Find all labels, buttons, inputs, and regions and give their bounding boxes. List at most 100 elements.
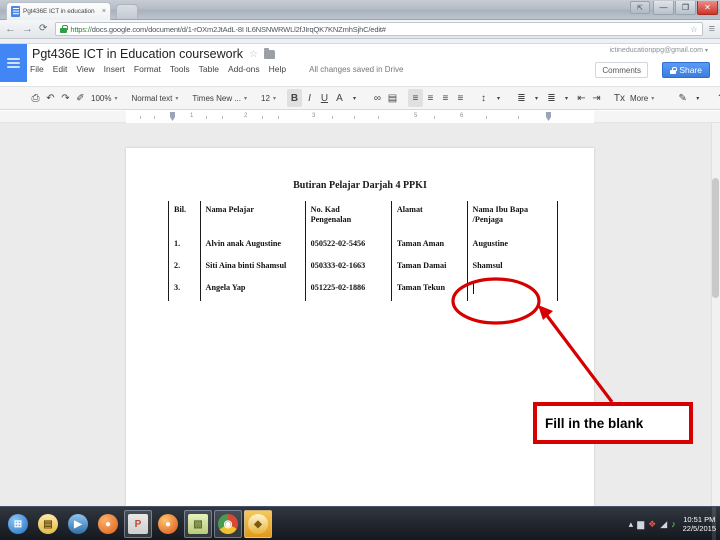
cell-nama[interactable]: Angela Yap [199,279,306,301]
document-ruler[interactable]: 1 2 3 5 6 [0,111,720,123]
cell-bil[interactable]: 1. [168,235,201,257]
menu-table[interactable]: Table [199,64,219,74]
docs-menu-hamburger-icon[interactable] [0,44,27,82]
network-icon[interactable]: ◢ [660,519,667,530]
restore-extra-icon[interactable]: ⇱ [630,1,650,14]
table-row[interactable]: 2. Siti Aina binti Shamsul 050333-02-166… [168,257,559,279]
chevron-down-icon[interactable]: ▾ [690,89,705,107]
cell-nama[interactable]: Siti Aina binti Shamsul [199,257,306,279]
account-email[interactable]: ictineducationppg@gmail.com ▾ [609,47,708,54]
chrome-icon[interactable]: ◉ [214,510,242,538]
line-spacing-icon[interactable]: ↕ [476,89,491,107]
start-orb-icon[interactable]: ⊞ [4,510,32,538]
cell-nama[interactable]: Alvin anak Augustine [199,235,306,257]
cell-ibu-bapa[interactable]: Augustine [466,235,559,257]
cell-bil[interactable]: 2. [168,257,201,279]
ubuntu-app-icon[interactable]: ● [94,510,122,538]
table-row[interactable]: 3. Angela Yap 051225-02-1886 Taman Tekun [168,279,559,301]
address-bar[interactable]: https://docs.google.com/document/d/1-rOX… [55,22,703,36]
right-indent-marker[interactable] [546,112,551,121]
back-icon[interactable]: ← [5,23,16,35]
font-dropdown[interactable]: Times New ... ▾ [189,89,250,107]
menu-insert[interactable]: Insert [104,64,125,74]
maximize-button[interactable]: ❐ [675,1,696,15]
antivirus-icon[interactable]: ❖ [648,519,656,530]
redo-icon[interactable]: ↷ [58,89,73,107]
cell-ibu-bapa[interactable]: Shamsul [466,257,559,279]
menu-format[interactable]: Format [134,64,161,74]
cell-ibu-bapa-empty[interactable] [466,279,559,301]
media-player-icon[interactable]: ▶ [64,510,92,538]
chevron-down-icon[interactable]: ▾ [559,89,574,107]
menu-edit[interactable]: Edit [53,64,68,74]
print-icon[interactable]: ⎙ [28,89,43,107]
add-comment-icon[interactable]: ▤ [385,89,400,107]
vertical-scrollbar[interactable] [711,123,720,506]
clear-formatting-icon[interactable]: Tx [612,89,627,107]
cell-bil[interactable]: 3. [168,279,201,301]
chevron-down-icon[interactable]: ▾ [491,89,506,107]
cell-kad[interactable]: 050522-02-5456 [304,235,392,257]
firefox-icon[interactable]: ● [154,510,182,538]
comments-button[interactable]: Comments [595,62,648,78]
menu-view[interactable]: View [76,64,94,74]
scrollbar-thumb[interactable] [712,178,719,298]
chevron-down-icon[interactable]: ▾ [529,89,544,107]
new-tab-button[interactable] [116,4,138,19]
menu-tools[interactable]: Tools [170,64,190,74]
show-desktop-button[interactable] [712,507,716,540]
bulleted-list-icon[interactable]: ≣ [544,89,559,107]
align-left-icon[interactable]: ≡ [407,89,423,107]
bold-button[interactable]: B [286,89,302,107]
cell-alamat[interactable]: Taman Tekun [390,279,468,301]
text-color-icon[interactable]: A [332,89,347,107]
italic-button[interactable]: I [302,89,317,107]
numbered-list-icon[interactable]: ≣ [514,89,529,107]
paragraph-style-dropdown[interactable]: Normal text ▾ [128,89,181,107]
cell-kad[interactable]: 051225-02-1886 [304,279,392,301]
browser-tab[interactable]: Pgt436E ICT in education × [6,2,111,20]
document-page[interactable]: Butiran Pelajar Darjah 4 PPKI Bil. Nama … [126,148,594,506]
tray-expand-icon[interactable]: ▴ [629,519,634,530]
close-button[interactable]: ✕ [697,1,718,15]
cell-kad[interactable]: 050333-02-1663 [304,257,392,279]
chevron-down-icon[interactable]: ▾ [347,89,362,107]
bookmark-star-icon[interactable]: ☆ [690,25,697,34]
insert-link-icon[interactable]: ∞ [370,89,385,107]
paint-format-icon[interactable]: ✐ [73,89,88,107]
taskbar-clock[interactable]: 10:51 PM 22/5/2015 [680,515,716,534]
volume-icon[interactable]: ♪ [671,519,676,529]
underline-button[interactable]: U [317,89,332,107]
edit-mode-pencil-icon[interactable]: ✎ [675,89,690,107]
minimize-button[interactable]: — [653,1,674,15]
zoom-dropdown[interactable]: 100% ▾ [88,89,120,107]
folder-icon[interactable] [263,47,275,59]
document-title[interactable]: Pgt436E ICT in Education coursework [32,47,243,61]
align-right-icon[interactable]: ≡ [438,89,453,107]
security-shield-icon[interactable]: ◆ [244,510,272,538]
reload-icon[interactable]: ⟳ [39,24,47,34]
battery-icon[interactable]: ▆ [637,519,644,530]
hide-menus-chevron-icon[interactable]: ⌃ [713,89,720,107]
left-indent-marker[interactable] [170,112,175,121]
star-icon[interactable]: ☆ [249,49,258,60]
powerpoint-icon[interactable]: P [124,510,152,538]
undo-icon[interactable]: ↶ [43,89,58,107]
tab-close-icon[interactable]: × [102,8,106,15]
table-row[interactable]: 1. Alvin anak Augustine 050522-02-5456 T… [168,235,559,257]
file-explorer-icon[interactable]: ▤ [34,510,62,538]
menu-file[interactable]: File [30,64,44,74]
forward-icon[interactable]: → [22,23,33,35]
align-justify-icon[interactable]: ≡ [453,89,468,107]
align-center-icon[interactable]: ≡ [423,89,438,107]
sticky-notes-icon[interactable]: ▧ [184,510,212,538]
browser-menu-icon[interactable]: ≡ [709,23,715,35]
menu-help[interactable]: Help [269,64,286,74]
font-size-dropdown[interactable]: 12 ▾ [258,89,279,107]
menu-addons[interactable]: Add-ons [228,64,260,74]
cell-alamat[interactable]: Taman Damai [390,257,468,279]
more-options-button[interactable]: More ▾ [627,89,657,107]
increase-indent-icon[interactable]: ⇥ [589,89,604,107]
decrease-indent-icon[interactable]: ⇤ [574,89,589,107]
cell-alamat[interactable]: Taman Aman [390,235,468,257]
